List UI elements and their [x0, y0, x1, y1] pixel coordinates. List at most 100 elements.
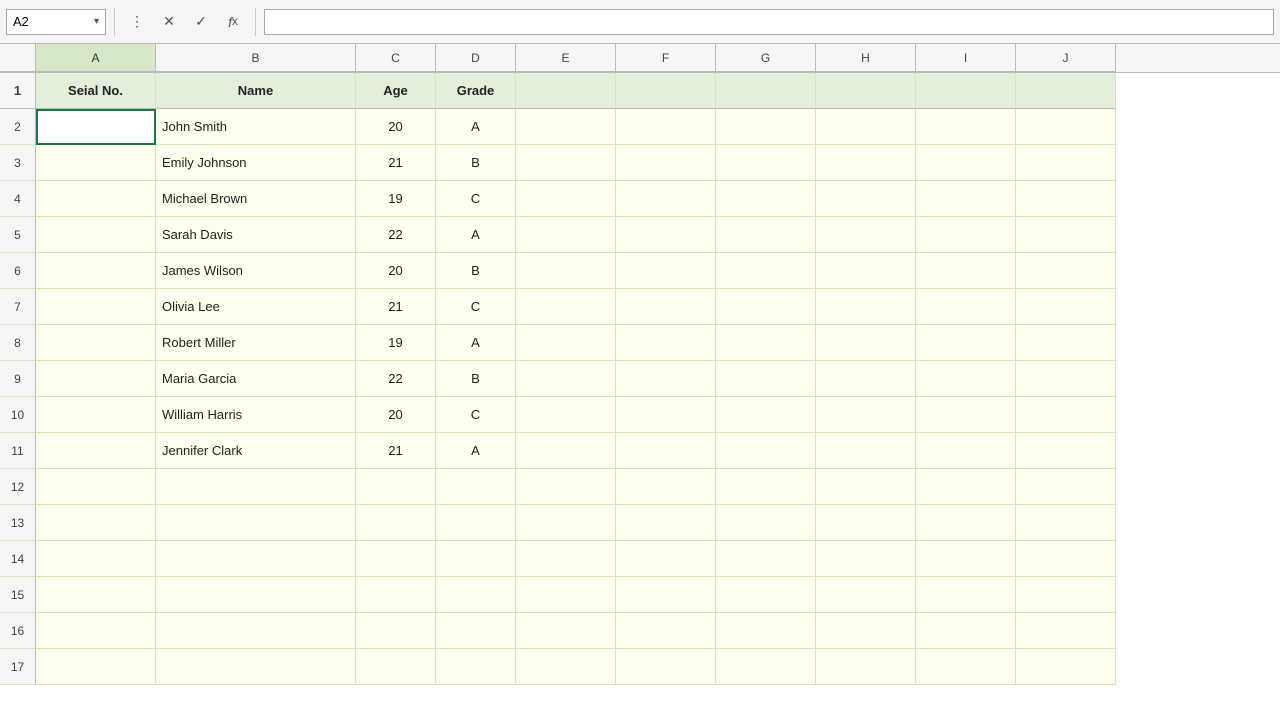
cell-I14[interactable]: [916, 541, 1016, 577]
cell-G13[interactable]: [716, 505, 816, 541]
cell-I13[interactable]: [916, 505, 1016, 541]
cell-F16[interactable]: [616, 613, 716, 649]
cell-B7[interactable]: Olivia Lee: [156, 289, 356, 325]
cell-A16[interactable]: [36, 613, 156, 649]
cell-F3[interactable]: [616, 145, 716, 181]
cell-D8[interactable]: A: [436, 325, 516, 361]
cell-J1[interactable]: [1016, 73, 1116, 109]
cell-E4[interactable]: [516, 181, 616, 217]
cell-E11[interactable]: [516, 433, 616, 469]
cell-E2[interactable]: [516, 109, 616, 145]
cell-F1[interactable]: [616, 73, 716, 109]
cell-G2[interactable]: [716, 109, 816, 145]
cell-A15[interactable]: [36, 577, 156, 613]
cell-D3[interactable]: B: [436, 145, 516, 181]
cell-A14[interactable]: [36, 541, 156, 577]
cell-F14[interactable]: [616, 541, 716, 577]
cell-H14[interactable]: [816, 541, 916, 577]
cell-C4[interactable]: 19: [356, 181, 436, 217]
cell-J8[interactable]: [1016, 325, 1116, 361]
cell-D11[interactable]: A: [436, 433, 516, 469]
cell-F9[interactable]: [616, 361, 716, 397]
cell-F4[interactable]: [616, 181, 716, 217]
cell-B3[interactable]: Emily Johnson: [156, 145, 356, 181]
cancel-button[interactable]: ✕: [155, 8, 183, 36]
cell-B17[interactable]: [156, 649, 356, 685]
cell-I7[interactable]: [916, 289, 1016, 325]
cell-C16[interactable]: [356, 613, 436, 649]
cell-G10[interactable]: [716, 397, 816, 433]
cell-D15[interactable]: [436, 577, 516, 613]
cell-H3[interactable]: [816, 145, 916, 181]
cell-J2[interactable]: [1016, 109, 1116, 145]
cell-E5[interactable]: [516, 217, 616, 253]
cell-J10[interactable]: [1016, 397, 1116, 433]
cell-J15[interactable]: [1016, 577, 1116, 613]
cell-H8[interactable]: [816, 325, 916, 361]
cell-E10[interactable]: [516, 397, 616, 433]
cell-I8[interactable]: [916, 325, 1016, 361]
formula-button[interactable]: fx: [219, 8, 247, 36]
cell-G1[interactable]: [716, 73, 816, 109]
formula-bar[interactable]: [264, 9, 1274, 35]
cell-I10[interactable]: [916, 397, 1016, 433]
col-header-H[interactable]: H: [816, 44, 916, 72]
cell-G16[interactable]: [716, 613, 816, 649]
cell-C12[interactable]: [356, 469, 436, 505]
cell-I6[interactable]: [916, 253, 1016, 289]
cell-E3[interactable]: [516, 145, 616, 181]
cell-I16[interactable]: [916, 613, 1016, 649]
cell-A10[interactable]: [36, 397, 156, 433]
cell-F15[interactable]: [616, 577, 716, 613]
cell-I17[interactable]: [916, 649, 1016, 685]
cell-B8[interactable]: Robert Miller: [156, 325, 356, 361]
cell-C7[interactable]: 21: [356, 289, 436, 325]
cell-H4[interactable]: [816, 181, 916, 217]
cell-D2[interactable]: A: [436, 109, 516, 145]
cell-B9[interactable]: Maria Garcia: [156, 361, 356, 397]
col-header-D[interactable]: D: [436, 44, 516, 72]
cell-H7[interactable]: [816, 289, 916, 325]
confirm-button[interactable]: ✓: [187, 8, 215, 36]
cell-C2[interactable]: 20: [356, 109, 436, 145]
col-header-J[interactable]: J: [1016, 44, 1116, 72]
cell-G3[interactable]: [716, 145, 816, 181]
cell-G12[interactable]: [716, 469, 816, 505]
cell-A9[interactable]: [36, 361, 156, 397]
cell-B11[interactable]: Jennifer Clark: [156, 433, 356, 469]
cell-I1[interactable]: [916, 73, 1016, 109]
cell-A13[interactable]: [36, 505, 156, 541]
col-header-E[interactable]: E: [516, 44, 616, 72]
cell-A7[interactable]: [36, 289, 156, 325]
cell-A4[interactable]: [36, 181, 156, 217]
cell-B6[interactable]: James Wilson: [156, 253, 356, 289]
cell-C13[interactable]: [356, 505, 436, 541]
cell-D9[interactable]: B: [436, 361, 516, 397]
cell-A12[interactable]: [36, 469, 156, 505]
cell-A8[interactable]: [36, 325, 156, 361]
cell-J6[interactable]: [1016, 253, 1116, 289]
cell-B16[interactable]: [156, 613, 356, 649]
cell-H15[interactable]: [816, 577, 916, 613]
cell-H10[interactable]: [816, 397, 916, 433]
cell-G15[interactable]: [716, 577, 816, 613]
cell-B5[interactable]: Sarah Davis: [156, 217, 356, 253]
cell-I4[interactable]: [916, 181, 1016, 217]
cell-I15[interactable]: [916, 577, 1016, 613]
cell-B4[interactable]: Michael Brown: [156, 181, 356, 217]
cell-H12[interactable]: [816, 469, 916, 505]
cell-D1[interactable]: Grade: [436, 73, 516, 109]
col-header-F[interactable]: F: [616, 44, 716, 72]
cell-D6[interactable]: B: [436, 253, 516, 289]
cell-G6[interactable]: [716, 253, 816, 289]
cell-C17[interactable]: [356, 649, 436, 685]
cell-B15[interactable]: [156, 577, 356, 613]
more-options-button[interactable]: ⋮: [123, 8, 151, 36]
col-header-I[interactable]: I: [916, 44, 1016, 72]
cell-J3[interactable]: [1016, 145, 1116, 181]
cell-H2[interactable]: [816, 109, 916, 145]
col-header-B[interactable]: B: [156, 44, 356, 72]
cell-C15[interactable]: [356, 577, 436, 613]
cell-J4[interactable]: [1016, 181, 1116, 217]
cell-A1[interactable]: Seial No.: [36, 73, 156, 109]
